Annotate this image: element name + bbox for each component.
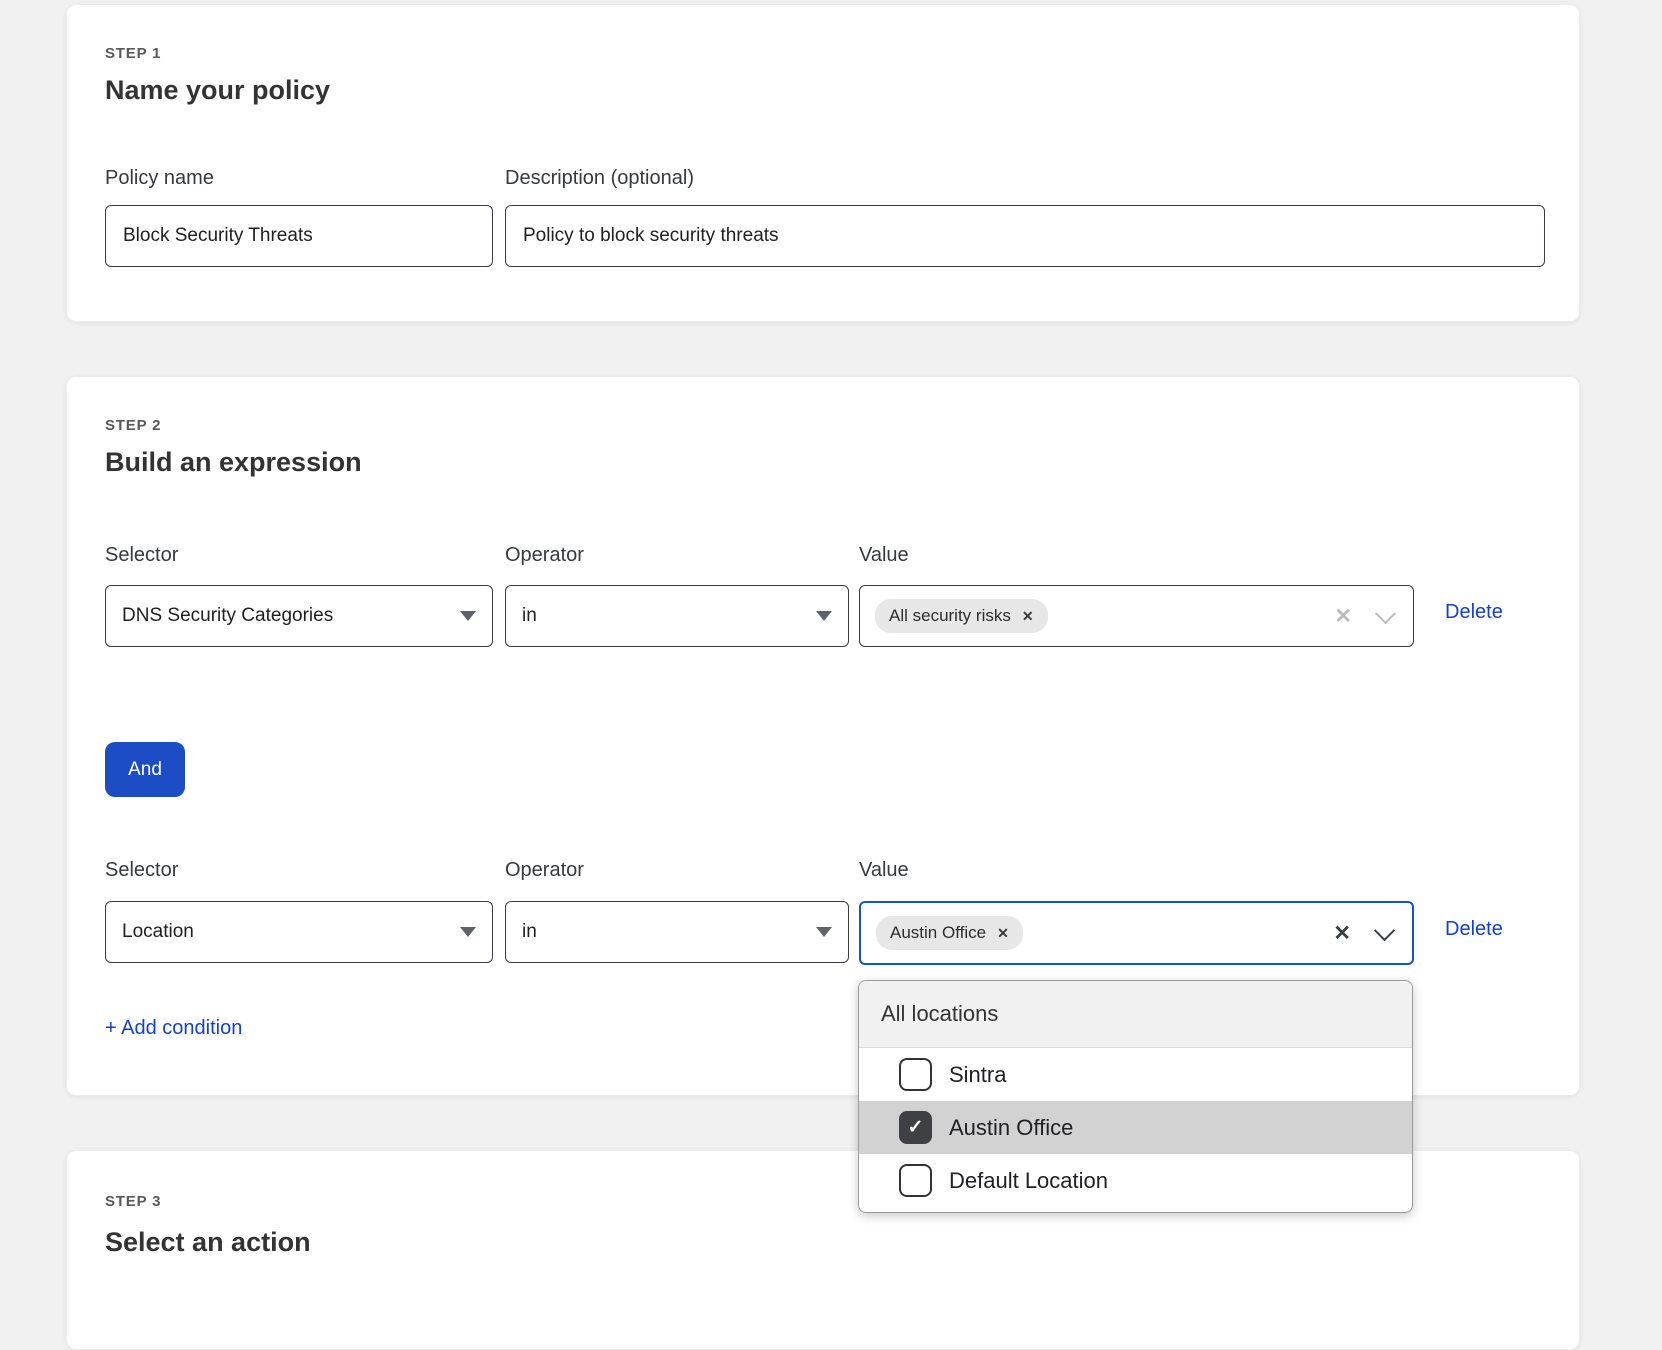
caret-down-icon <box>460 611 476 621</box>
clear-icon[interactable]: ✕ <box>1334 604 1352 629</box>
selector-dropdown-row2-value: Location <box>122 921 194 943</box>
dropdown-option-austin-office[interactable]: ✓ Austin Office <box>859 1101 1412 1154</box>
step1-title: Name your policy <box>105 75 330 106</box>
delete-row2-link[interactable]: Delete <box>1445 918 1503 941</box>
description-label: Description (optional) <box>505 167 694 190</box>
remove-tag-icon[interactable]: ✕ <box>1022 608 1034 625</box>
operator-column-label: Operator <box>505 859 584 882</box>
selector-column-label: Selector <box>105 859 178 882</box>
description-input[interactable] <box>505 205 1545 267</box>
value-multiselect-row2[interactable]: Austin Office ✕ ✕ <box>859 901 1414 965</box>
selector-dropdown-row2[interactable]: Location <box>105 901 493 963</box>
policy-name-input[interactable] <box>105 205 493 267</box>
selector-dropdown-row1-value: DNS Security Categories <box>122 605 333 627</box>
caret-down-icon <box>816 611 832 621</box>
step2-title: Build an expression <box>105 447 362 478</box>
value-tag-text: All security risks <box>889 606 1011 626</box>
operator-dropdown-row1-value: in <box>522 605 537 627</box>
delete-row1-link[interactable]: Delete <box>1445 601 1503 624</box>
chevron-down-icon[interactable] <box>1375 603 1396 624</box>
dropdown-option-default-location[interactable]: ✓ Default Location <box>859 1154 1412 1207</box>
policy-name-label: Policy name <box>105 167 214 190</box>
and-button[interactable]: And <box>105 742 185 797</box>
step3-title: Select an action <box>105 1227 311 1258</box>
dropdown-option-label: Default Location <box>949 1168 1108 1194</box>
add-condition-link[interactable]: + Add condition <box>105 1017 242 1040</box>
dropdown-option-all-locations[interactable]: All locations <box>859 981 1412 1048</box>
step1-card: STEP 1 Name your policy Policy name Desc… <box>66 4 1580 322</box>
location-dropdown-menu: All locations ✓ Sintra ✓ Austin Office ✓… <box>858 980 1413 1213</box>
step3-label: STEP 3 <box>105 1193 161 1210</box>
step2-label: STEP 2 <box>105 417 161 434</box>
selector-column-label: Selector <box>105 544 178 567</box>
caret-down-icon <box>460 927 476 937</box>
operator-dropdown-row2-value: in <box>522 921 537 943</box>
dropdown-option-label: Sintra <box>949 1062 1006 1088</box>
dropdown-option-sintra[interactable]: ✓ Sintra <box>859 1048 1412 1101</box>
value-tag: All security risks ✕ <box>875 599 1048 633</box>
checkbox-unchecked[interactable]: ✓ <box>899 1058 932 1091</box>
dropdown-option-label: Austin Office <box>949 1115 1073 1141</box>
operator-dropdown-row1[interactable]: in <box>505 585 849 647</box>
caret-down-icon <box>816 927 832 937</box>
operator-column-label: Operator <box>505 544 584 567</box>
value-column-label: Value <box>859 544 909 567</box>
value-tag-text: Austin Office <box>890 923 986 943</box>
value-tag: Austin Office ✕ <box>876 916 1023 950</box>
checkbox-unchecked[interactable]: ✓ <box>899 1164 932 1197</box>
checkbox-checked[interactable]: ✓ <box>899 1111 932 1144</box>
selector-dropdown-row1[interactable]: DNS Security Categories <box>105 585 493 647</box>
operator-dropdown-row2[interactable]: in <box>505 901 849 963</box>
chevron-down-icon[interactable] <box>1374 920 1395 941</box>
value-multiselect-row1[interactable]: All security risks ✕ ✕ <box>859 585 1414 647</box>
remove-tag-icon[interactable]: ✕ <box>997 925 1009 942</box>
value-column-label: Value <box>859 859 909 882</box>
clear-icon[interactable]: ✕ <box>1333 921 1351 946</box>
check-icon: ✓ <box>908 1118 924 1137</box>
step1-label: STEP 1 <box>105 45 161 62</box>
